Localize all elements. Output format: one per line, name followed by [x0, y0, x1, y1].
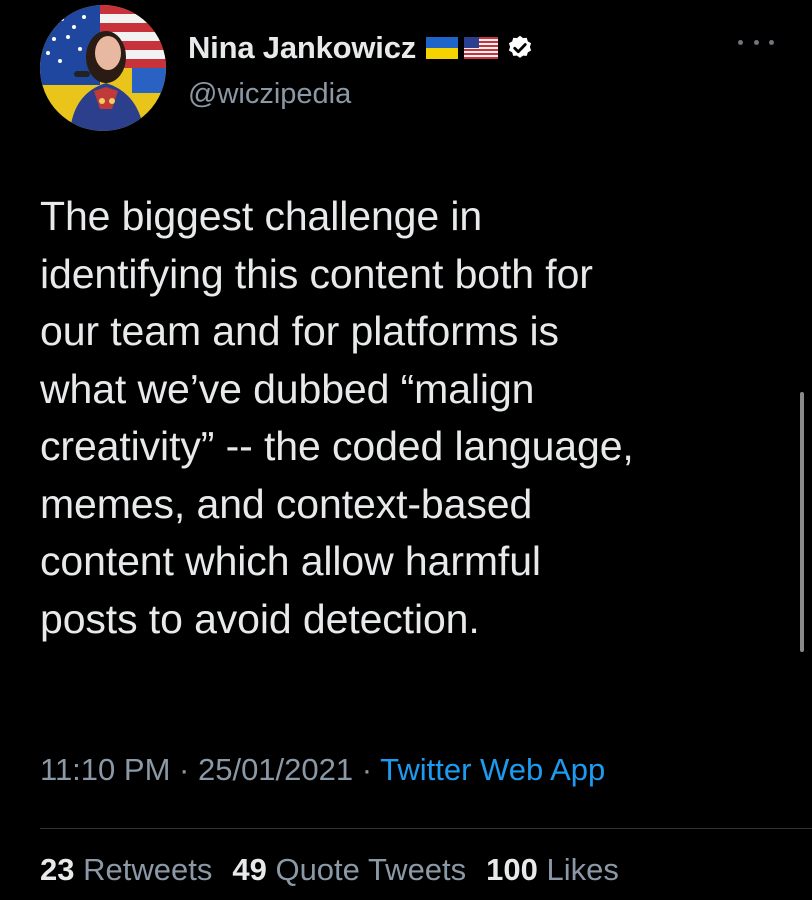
- tweet-text-line: The biggest challenge in: [40, 193, 483, 239]
- tweet-text-line: content which allow harmful: [40, 538, 541, 584]
- tweet-time[interactable]: 11:10 PM: [40, 752, 170, 787]
- tweet-source-link[interactable]: Twitter Web App: [380, 752, 605, 787]
- dot-icon: [769, 39, 774, 45]
- tweet-meta: 11:10 PM · 25/01/2021 · Twitter Web App: [40, 752, 605, 788]
- likes-stat[interactable]: 100 Likes: [486, 852, 619, 887]
- tweet-date[interactable]: 25/01/2021: [198, 752, 353, 787]
- retweets-stat[interactable]: 23 Retweets: [40, 852, 212, 887]
- tweet-text-line: what we’ve dubbed “malign: [40, 365, 535, 412]
- tweet-text-line: creativity” -- the coded language,: [40, 423, 634, 469]
- dot-icon: [753, 39, 759, 45]
- author-handle[interactable]: @wiczipedia: [188, 78, 351, 111]
- likes-count: 100: [486, 852, 538, 887]
- scrollbar[interactable]: [800, 392, 804, 652]
- author-name-row[interactable]: Nina Jankowicz: [188, 26, 534, 70]
- tweet-text-line: identifying this content both for: [40, 250, 593, 297]
- meta-separator: ·: [179, 752, 190, 787]
- verified-badge-icon: [506, 34, 534, 62]
- tweet-screen: Nina Jankowicz @wiczipedia The biggest c…: [0, 0, 812, 900]
- tweet-stats: 23 Retweets 49 Quote Tweets 100 Likes: [40, 852, 619, 888]
- divider: [40, 828, 812, 829]
- meta-separator: ·: [361, 752, 373, 787]
- tweet-text-line: posts to avoid detection.: [40, 595, 480, 642]
- likes-label: Likes: [546, 852, 619, 887]
- retweets-count: 23: [40, 852, 75, 887]
- quote-tweets-stat[interactable]: 49 Quote Tweets: [232, 852, 466, 887]
- avatar[interactable]: [40, 5, 166, 131]
- tweet-text-line: our team and for platforms is: [40, 308, 559, 354]
- us-flag-icon: [464, 37, 499, 59]
- tweet-text-line: memes, and context-based: [40, 480, 533, 527]
- quote-tweets-label: Quote Tweets: [275, 852, 467, 887]
- retweets-label: Retweets: [83, 852, 213, 887]
- dot-icon: [738, 39, 743, 45]
- tweet-text: The biggest challenge in identifying thi…: [40, 188, 780, 648]
- quote-tweets-count: 49: [232, 852, 267, 887]
- author-display-name[interactable]: Nina Jankowicz: [188, 30, 416, 66]
- ukraine-flag-icon: [426, 37, 459, 59]
- more-options-icon[interactable]: [738, 30, 774, 54]
